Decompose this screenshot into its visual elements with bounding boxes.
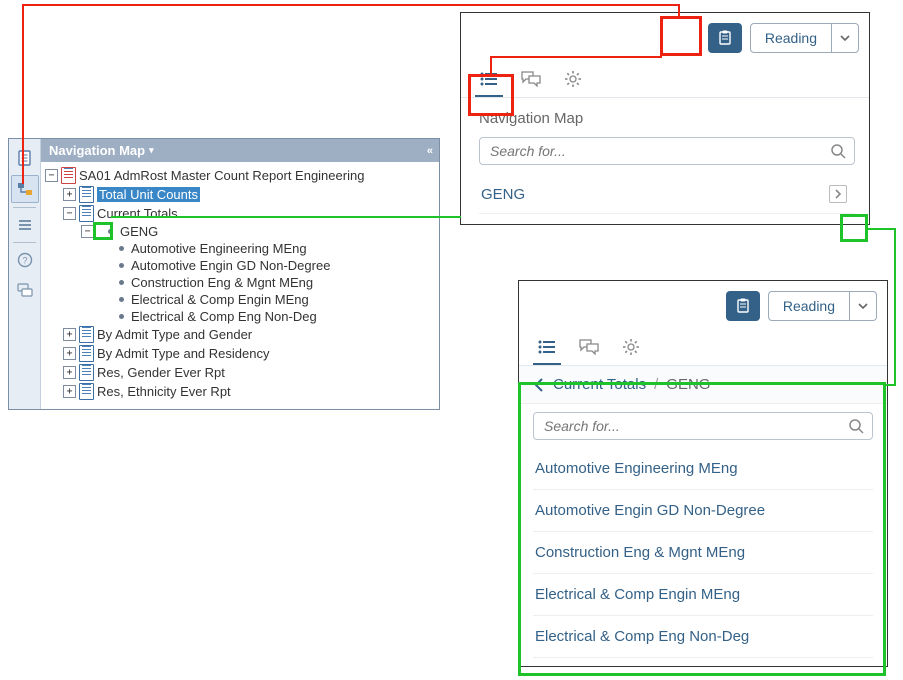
sidebar-btn-list[interactable]	[12, 212, 38, 238]
chat-icon	[579, 339, 599, 355]
crumb-current: GENG	[666, 376, 710, 393]
callout-line-red	[22, 4, 680, 6]
search-box[interactable]	[479, 137, 855, 165]
tree-node-admit-res[interactable]: + By Admit Type and Residency	[63, 344, 435, 363]
list-item[interactable]: Automotive Engin GD Non-Degree	[533, 490, 873, 532]
crumb-parent[interactable]: Current Totals	[553, 376, 646, 393]
sidebar-btn-help[interactable]: ?	[12, 247, 38, 273]
chevron-down-icon	[857, 300, 869, 312]
document-icon	[79, 383, 94, 400]
gear-icon	[564, 70, 582, 88]
search-box[interactable]	[533, 412, 873, 440]
mobile-nav-panel-detail: Reading Current Totals / GENG Automotive	[518, 280, 888, 667]
bullet-icon	[119, 246, 124, 251]
tree-node-admit-gender[interactable]: + By Admit Type and Gender	[63, 325, 435, 344]
reading-button[interactable]: Reading	[769, 292, 849, 320]
search-icon	[830, 143, 846, 159]
document-icon	[79, 205, 94, 222]
tab-settings[interactable]	[621, 335, 641, 365]
list-item[interactable]: Electrical & Comp Engin MEng	[533, 574, 873, 616]
crumb-sep: /	[654, 376, 658, 393]
tree-node-geng[interactable]: − GENG	[81, 223, 435, 240]
chat-icon	[521, 71, 541, 87]
document-icon	[79, 345, 94, 362]
panel-b-topbar: Reading	[519, 281, 887, 327]
search-input[interactable]	[542, 417, 848, 435]
bullet-icon	[119, 297, 124, 302]
document-icon	[79, 364, 94, 381]
panel-a-topbar: Reading	[461, 13, 869, 59]
search-input[interactable]	[488, 142, 830, 160]
collapse-icon[interactable]: «	[427, 145, 431, 157]
callout-line-green	[866, 228, 896, 230]
tab-settings[interactable]	[563, 67, 583, 97]
callout-line-green	[894, 228, 896, 386]
list-item[interactable]: Electrical & Comp Eng Non-Deg	[533, 616, 873, 658]
bullet-icon	[108, 229, 113, 234]
panel-a-title: Navigation Map	[479, 110, 855, 127]
breadcrumb: Current Totals / GENG	[519, 366, 887, 404]
panel-b-tabs	[519, 327, 887, 366]
nav-tree: − SA01 AdmRost Master Count Report Engin…	[41, 162, 439, 409]
sidebar-btn-document[interactable]	[12, 145, 38, 171]
dropdown-icon: ▾	[149, 145, 154, 156]
sidebar-btn-comments[interactable]	[12, 277, 38, 303]
tree-node-res-eth[interactable]: + Res, Ethnicity Ever Rpt	[63, 382, 435, 401]
nav-map-header[interactable]: Navigation Map ▾ «	[41, 139, 439, 162]
bullet-icon	[119, 280, 124, 285]
tree-node-current-totals[interactable]: − Current Totals	[63, 204, 435, 223]
panel-b-list: Automotive Engineering MEng Automotive E…	[519, 448, 887, 666]
clipboard-icon	[734, 297, 752, 315]
reading-mode-group: Reading	[750, 23, 859, 53]
nav-map-title: Navigation Map	[49, 143, 145, 158]
tab-comments[interactable]	[521, 67, 541, 97]
tree-leaf[interactable]: Automotive Engin GD Non-Degree	[117, 257, 435, 274]
tree-node-total-unit-counts[interactable]: + Total Unit Counts	[63, 185, 435, 204]
panel-a-body: Navigation Map	[461, 98, 869, 175]
panel-a-tabs	[461, 59, 869, 98]
clipboard-icon	[716, 29, 734, 47]
tree-node-res-gender[interactable]: + Res, Gender Ever Rpt	[63, 363, 435, 382]
tab-comments[interactable]	[579, 335, 599, 365]
document-icon	[79, 186, 94, 203]
document-icon	[79, 326, 94, 343]
tree-leaf[interactable]: Electrical & Comp Engin MEng	[117, 291, 435, 308]
tab-list[interactable]	[537, 335, 557, 365]
reading-dropdown[interactable]	[831, 24, 858, 52]
chevron-right-icon	[829, 185, 847, 203]
back-button[interactable]	[533, 377, 545, 393]
report-icon	[61, 167, 76, 184]
reading-mode-group: Reading	[768, 291, 877, 321]
sidebar-btn-hierarchy[interactable]	[11, 175, 39, 203]
list-item[interactable]: Construction Eng & Mgnt MEng	[533, 532, 873, 574]
tree-leaf[interactable]: Construction Eng & Mgnt MEng	[117, 274, 435, 291]
list-item[interactable]: Automotive Engineering MEng	[533, 448, 873, 490]
panel-b-search-wrap	[519, 404, 887, 448]
mobile-nav-panel-top: Reading Navigation Map GENG	[460, 12, 870, 225]
list-icon	[538, 340, 556, 354]
chevron-down-icon	[839, 32, 851, 44]
tree-leaf[interactable]: Electrical & Comp Eng Non-Deg	[117, 308, 435, 325]
bullet-icon	[119, 263, 124, 268]
reading-button[interactable]: Reading	[751, 24, 831, 52]
list-icon	[480, 72, 498, 86]
nav-item-label: GENG	[481, 186, 525, 203]
desktop-navigation-panel: ? Navigation Map ▾ « − SA01 AdmRost Mast…	[8, 138, 440, 410]
clipboard-button[interactable]	[708, 23, 742, 53]
tree-root[interactable]: − SA01 AdmRost Master Count Report Engin…	[45, 166, 435, 185]
bullet-icon	[119, 314, 124, 319]
tree-leaf[interactable]: Automotive Engineering MEng	[117, 240, 435, 257]
tab-list[interactable]	[479, 67, 499, 97]
gear-icon	[622, 338, 640, 356]
svg-text:?: ?	[22, 256, 27, 266]
left-sidebar: ?	[9, 139, 41, 409]
left-content: Navigation Map ▾ « − SA01 AdmRost Master…	[41, 139, 439, 409]
search-icon	[848, 418, 864, 434]
nav-item-geng[interactable]: GENG	[479, 175, 855, 214]
reading-dropdown[interactable]	[849, 292, 876, 320]
clipboard-button[interactable]	[726, 291, 760, 321]
